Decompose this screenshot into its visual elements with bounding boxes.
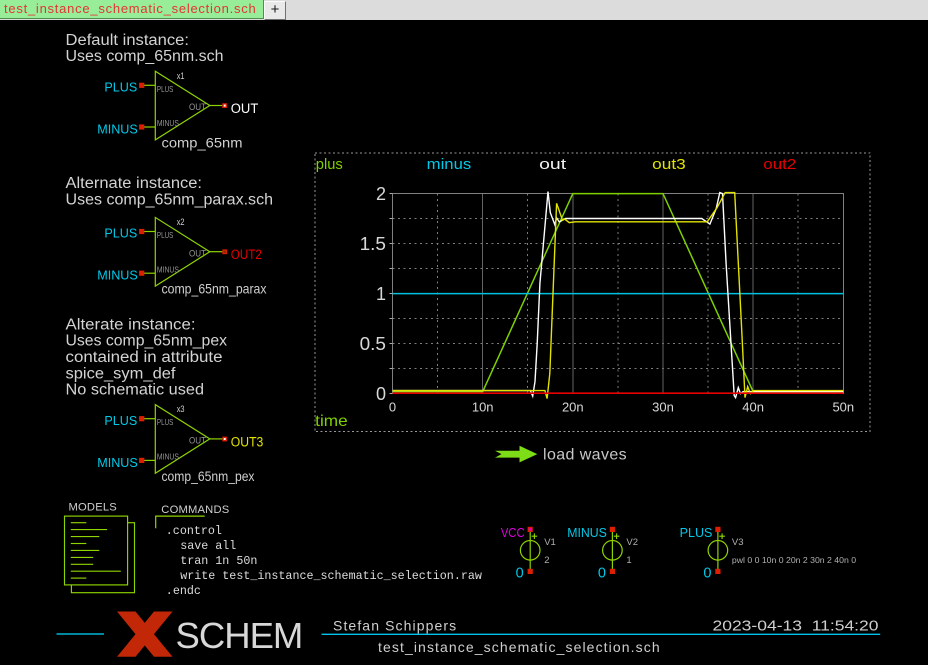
svg-text:x1: x1 [177,71,185,81]
svg-text:MINUS: MINUS [97,122,138,136]
svg-text:MODELS: MODELS [69,502,117,514]
svg-text:plus: plus [316,156,343,173]
svg-text:1: 1 [626,555,631,566]
svg-text:Uses comp_65nm_pex: Uses comp_65nm_pex [66,333,228,350]
svg-text:write test_instance_schematic_: write test_instance_schematic_selection.… [180,569,482,583]
svg-text:.control: .control [166,524,222,538]
svg-text:30n: 30n [652,400,674,415]
svg-text:MINUS: MINUS [97,456,138,470]
svg-text:PLUS: PLUS [104,414,137,428]
svg-text:comp_65nm_parax: comp_65nm_parax [162,282,267,297]
svg-text:MINUS: MINUS [157,118,179,128]
svg-text:Alternate instance:: Alternate instance: [66,175,203,192]
svg-text:comp_65nm: comp_65nm [162,136,243,151]
svg-text:0: 0 [703,566,711,582]
svg-text:spice_sym_def: spice_sym_def [66,365,177,382]
svg-text:PLUS: PLUS [680,525,713,540]
svg-text:Uses comp_65nm_parax.sch: Uses comp_65nm_parax.sch [66,192,274,209]
svg-text:PLUS: PLUS [104,227,137,241]
svg-text:time: time [315,413,348,430]
svg-text:pwl 0 0 10n 0 20n 2 30n 2 40n: pwl 0 0 10n 0 20n 2 30n 2 40n 0 [732,555,856,565]
svg-text:out2: out2 [763,156,796,173]
svg-text:2: 2 [376,184,386,204]
svg-text:20n: 20n [562,400,584,415]
svg-text:OUT: OUT [189,436,207,446]
svg-text:MINUS: MINUS [567,525,607,540]
svg-text:out3: out3 [652,156,686,173]
svg-text:OUT: OUT [189,102,207,112]
svg-text:OUT3: OUT3 [231,434,263,449]
svg-text:1: 1 [376,284,386,304]
svg-text:PLUS: PLUS [157,230,174,240]
svg-text:OUT: OUT [189,248,207,258]
svg-text:V1: V1 [544,537,556,548]
svg-text:V2: V2 [626,537,638,548]
svg-text:out: out [539,156,567,173]
svg-text:10n: 10n [472,400,494,415]
svg-text:MINUS: MINUS [157,264,179,274]
svg-text:Default instance:: Default instance: [66,32,190,49]
svg-text:save all: save all [180,539,236,553]
svg-text:2023-04-13 11:54:20: 2023-04-13 11:54:20 [713,618,879,634]
svg-text:0.5: 0.5 [360,334,386,354]
svg-text:0: 0 [598,566,606,582]
svg-text:0: 0 [389,400,396,415]
svg-text:50n: 50n [832,400,854,415]
svg-text:PLUS: PLUS [157,84,174,94]
svg-text:PLUS: PLUS [157,417,174,427]
svg-text:x3: x3 [177,404,185,414]
svg-text:test_instance_schematic_select: test_instance_schematic_selection.sch [378,639,661,655]
svg-text:COMMANDS: COMMANDS [161,504,229,516]
svg-text:MINUS: MINUS [157,452,179,462]
svg-text:VCC: VCC [501,525,525,540]
svg-text:No schematic used: No schematic used [66,382,205,399]
svg-text:x2: x2 [177,217,185,227]
svg-text:Alterate instance:: Alterate instance: [66,316,196,333]
svg-text:PLUS: PLUS [104,81,137,95]
svg-text:MINUS: MINUS [97,269,138,283]
svg-text:2: 2 [544,555,549,566]
svg-text:load waves: load waves [543,447,627,464]
svg-text:.endc: .endc [166,584,201,598]
svg-text:SCHEM: SCHEM [176,615,303,656]
svg-text:comp_65nm_pex: comp_65nm_pex [162,469,255,484]
svg-text:0: 0 [376,384,386,404]
svg-text:V3: V3 [732,537,744,548]
svg-text:minus: minus [427,156,472,173]
svg-text:OUT2: OUT2 [231,247,262,262]
svg-text:Uses comp_65nm.sch: Uses comp_65nm.sch [66,48,224,65]
svg-text:0: 0 [516,566,524,582]
svg-text:contained in attribute: contained in attribute [66,349,223,366]
svg-text:Stefan Schippers: Stefan Schippers [333,617,457,633]
svg-text:1.5: 1.5 [360,234,386,254]
svg-text:tran 1n 50n: tran 1n 50n [180,554,257,568]
svg-text:OUT: OUT [231,101,258,116]
svg-text:40n: 40n [742,400,764,415]
